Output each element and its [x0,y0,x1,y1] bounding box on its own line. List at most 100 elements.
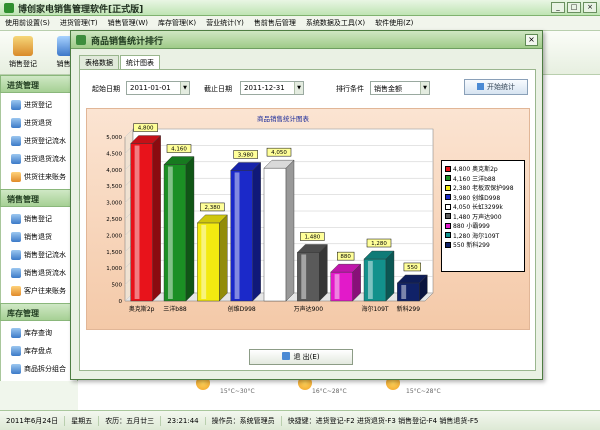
data-label: 4,800 [138,126,154,132]
search-icon [11,154,21,164]
sidebar-item-sales-register[interactable]: 销售登记 [1,210,77,228]
bar-front [363,258,387,302]
menu-help[interactable]: 软件使用(Z) [370,18,418,28]
sidebar-item-product-split[interactable]: 商品拆分组合 [1,360,77,378]
y-tick-label: 3,000 [106,201,122,207]
sidebar-item-label: 客户往来账务 [24,287,66,295]
menu-system-tools[interactable]: 系统数据及工具(X) [301,18,370,28]
sidebar-item-sales-return-log[interactable]: 销售退货流水 [1,264,77,282]
split-icon [11,364,21,374]
legend-entry: 2,380 老板双保护998 [445,183,521,193]
bar-highlight [401,284,407,299]
filter-row: 起始日期 2011-01-01 ▼ 截止日期 2011-12-31 ▼ 排行条件… [88,79,528,98]
y-tick-label: 1,500 [106,250,122,256]
exit-icon [282,352,291,360]
x-tick-label: 三洋b88 [163,305,187,313]
legend-label: 880 小霸999 [453,223,490,231]
menu-sales[interactable]: 销售管理(W) [103,18,153,28]
bar [130,135,162,302]
sidebar-item-purchase-return[interactable]: 进货退货 [1,114,77,132]
sidebar-item-label: 商品拆分组合 [24,365,66,373]
chevron-down-icon[interactable]: ▼ [420,82,429,94]
menu-settings[interactable]: 使用前设置(S) [0,18,55,28]
chevron-down-icon[interactable]: ▼ [180,82,189,94]
return-icon [11,118,21,128]
sidebar-group-sales[interactable]: 销售管理 [0,189,78,207]
exit-button[interactable]: 退 出(E) [249,349,353,365]
sidebar: 进货管理 进货登记 进货退货 进货登记流水 进货退货流水 供货往来账务 销售管理… [0,75,78,410]
sort-condition-select[interactable]: 销售金额 ▼ [370,81,430,95]
bar-highlight [301,254,307,299]
legend-entry: 1,280 海尔109T [445,231,521,241]
legend-entry: 3,980 创维D998 [445,193,521,203]
bar-front [263,167,287,302]
sidebar-item-purchase-return-log[interactable]: 进货退货流水 [1,150,77,168]
sidebar-group-inventory[interactable]: 库存管理 [0,303,78,321]
sidebar-item-inventory-check[interactable]: 库存盘点 [1,342,77,360]
legend-swatch [445,222,451,229]
sidebar-item-purchase-register[interactable]: 进货登记 [1,96,77,114]
status-bar: 2011年6月24日 星期五 农历：五月廿三 23:21:44 操作员：系统管理… [0,410,600,430]
status-lunar: 农历：五月廿三 [99,415,162,426]
weather-temp: 15°C~30°C [220,388,255,395]
menu-bar: 使用前设置(S) 进货管理(T) 销售管理(W) 库存管理(K) 营业统计(Y)… [0,16,600,31]
sales-icon [11,214,21,224]
tab-table-data[interactable]: 表格数据 [79,55,119,69]
dialog-titlebar: 商品销售统计排行 × [71,31,542,49]
legend-label: 1,480 万声达900 [453,213,502,221]
chevron-down-icon[interactable]: ▼ [294,82,303,94]
legend-swatch [445,194,451,201]
bar-front [330,271,353,302]
start-date-input[interactable]: 2011-01-01 ▼ [126,81,190,95]
close-button[interactable]: × [583,2,597,13]
bar [363,250,395,302]
y-tick-label: 500 [112,283,123,289]
sidebar-group-purchase[interactable]: 进货管理 [0,75,78,93]
menu-statistics[interactable]: 营业统计(Y) [201,18,249,28]
data-label: 4,160 [171,147,187,153]
sidebar-item-label: 销售退货 [24,233,52,241]
toolbar-sales-register-button[interactable]: 销售登记 [2,34,44,72]
sidebar-item-label: 进货登记 [24,101,52,109]
sidebar-item-supplier-account[interactable]: 供货往来账务 [1,168,77,186]
window-controls: _ □ × [551,2,597,13]
sidebar-item-sales-log[interactable]: 销售登记流水 [1,246,77,264]
bar-front [197,222,220,302]
data-label: 4,050 [271,150,287,156]
purchase-icon [11,100,21,110]
bar [396,274,428,302]
start-statistics-button[interactable]: 开始统计 [464,79,528,95]
sidebar-item-inventory-query[interactable]: 库存查询 [1,324,77,342]
y-tick-label: 0 [119,299,123,305]
chart-tab-panel: 起始日期 2011-01-01 ▼ 截止日期 2011-12-31 ▼ 排行条件… [79,69,536,371]
legend-entry: 4,160 三洋b88 [445,174,521,184]
x-tick-label: 奥克斯2p [129,305,155,313]
menu-purchase[interactable]: 进货管理(T) [55,18,103,28]
sales-ranking-dialog: 商品销售统计排行 × 表格数据 统计图表 起始日期 2011-01-01 ▼ 截… [70,30,543,380]
return-icon [11,232,21,242]
end-date-input[interactable]: 2011-12-31 ▼ [240,81,304,95]
sidebar-item-label: 销售退货流水 [24,269,66,277]
bar-front [163,164,187,302]
status-date: 2011年6月24日 [0,415,66,426]
chart-title: 商品销售统计图表 [257,114,310,123]
y-tick-label: 1,000 [106,266,122,272]
sidebar-item-purchase-log[interactable]: 进货登记流水 [1,132,77,150]
menu-service[interactable]: 售前售后管理 [249,18,301,28]
maximize-button[interactable]: □ [567,2,581,13]
bar [196,214,228,302]
tab-chart[interactable]: 统计图表 [120,55,160,70]
dialog-close-button[interactable]: × [525,34,538,46]
status-weekday: 星期五 [65,415,100,426]
menu-inventory[interactable]: 库存管理(K) [153,18,201,28]
legend-swatch [445,232,451,239]
sidebar-item-label: 进货退货 [24,119,52,127]
bar-side [219,214,228,302]
chart-legend: 4,800 奥克斯2p 4,160 三洋b88 2,380 老板双保护998 3,98… [441,160,525,272]
legend-swatch [445,175,451,182]
sidebar-item-customer-account[interactable]: 客户往来账务 [1,282,77,300]
search-icon [11,250,21,260]
sidebar-item-sales-return[interactable]: 销售退货 [1,228,77,246]
sidebar-item-label: 供货往来账务 [24,173,66,181]
minimize-button[interactable]: _ [551,2,565,13]
